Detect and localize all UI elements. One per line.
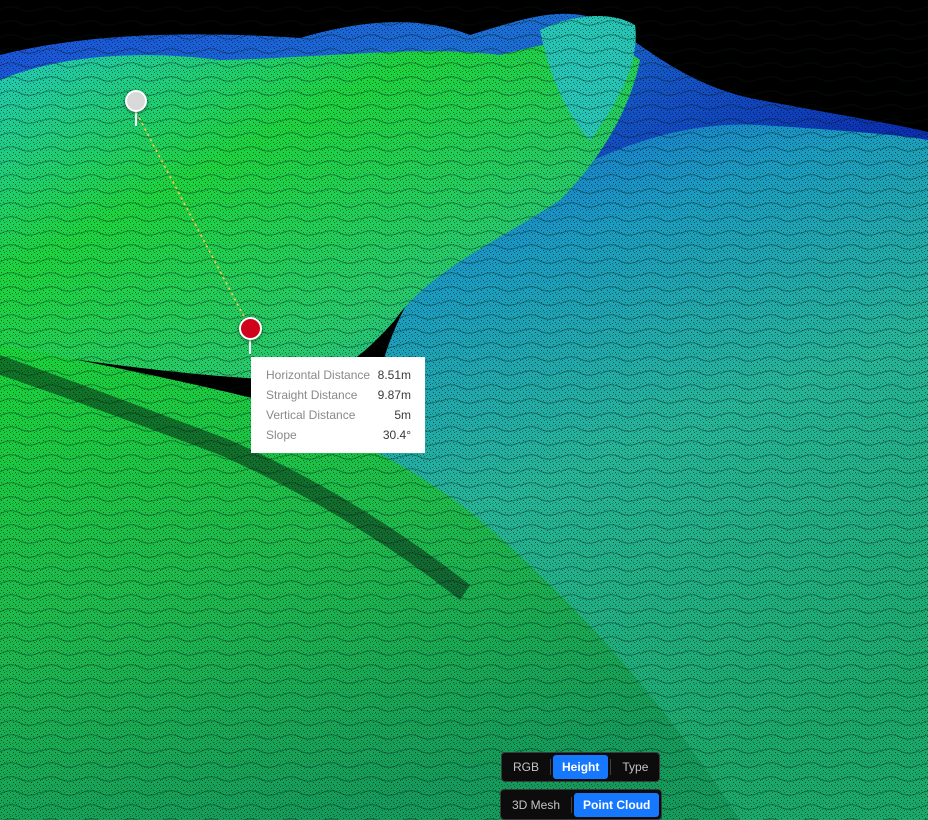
slope-value: 30.4°	[382, 428, 411, 442]
slope-label: Slope	[266, 428, 297, 442]
render-mode-toggle: 3D Mesh Point Cloud	[500, 789, 663, 820]
toggle-divider	[571, 796, 573, 813]
measurement-row-vertical: Vertical Distance 5m	[266, 405, 411, 425]
end-point-marker[interactable]	[239, 317, 262, 340]
toggle-divider	[550, 759, 552, 775]
render-mode-mesh-button[interactable]: 3D Mesh	[503, 793, 569, 817]
measurement-row-horizontal: Horizontal Distance 8.51m	[266, 365, 411, 385]
measurement-row-slope: Slope 30.4°	[266, 425, 411, 445]
horizontal-distance-label: Horizontal Distance	[266, 368, 371, 382]
point-cloud-terrain[interactable]	[0, 0, 928, 820]
color-mode-rgb-button[interactable]: RGB	[504, 755, 548, 779]
color-mode-type-button[interactable]: Type	[613, 755, 657, 779]
horizontal-distance-value: 8.51m	[377, 368, 411, 382]
straight-distance-label: Straight Distance	[266, 388, 358, 402]
toggle-divider	[610, 759, 612, 775]
color-mode-toggle: RGB Height Type	[501, 752, 661, 782]
measurement-row-straight: Straight Distance 9.87m	[266, 385, 411, 405]
vertical-distance-value: 5m	[394, 408, 411, 422]
measurement-panel: Horizontal Distance 8.51m Straight Dista…	[251, 357, 425, 453]
start-point-marker[interactable]	[125, 90, 147, 112]
end-marker-stem	[249, 338, 251, 354]
vertical-distance-label: Vertical Distance	[266, 408, 356, 422]
point-cloud-viewport[interactable]: Horizontal Distance 8.51m Straight Dista…	[0, 0, 928, 820]
straight-distance-value: 9.87m	[377, 388, 411, 402]
render-mode-point-cloud-button[interactable]: Point Cloud	[574, 792, 660, 817]
start-marker-stem	[135, 110, 137, 126]
color-mode-height-button[interactable]: Height	[553, 755, 609, 779]
